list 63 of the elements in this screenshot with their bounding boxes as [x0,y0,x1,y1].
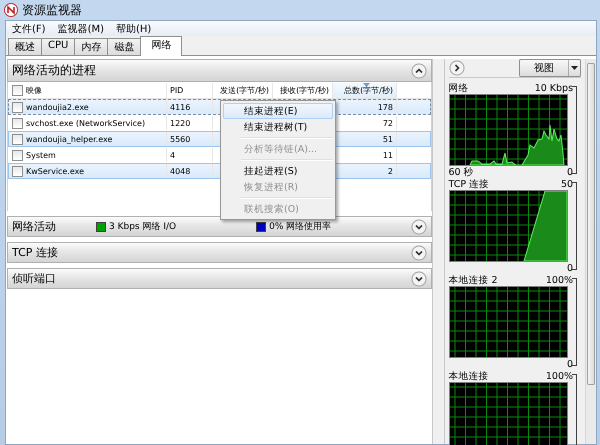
section-header[interactable]: 网络活动 3 Kbps 网络 I/O 0% 网络使用率 [7,216,432,237]
checkbox[interactable] [12,134,23,144]
graph-max: 100% [546,370,574,382]
graph-title: 本地连接 2 [448,274,498,286]
menu-item[interactable]: 挂起进程(S) [223,163,333,179]
checkbox[interactable] [12,166,23,176]
graph-time-span: 60 秒 [448,166,474,178]
scrollbar[interactable] [585,59,596,444]
graph-max: 10 Kbps [534,82,574,94]
menu-item[interactable]: 结束进程(E) [223,103,333,119]
table-cell: 2 [388,166,393,176]
legend-label: 0% 网络使用率 [269,220,332,233]
section-title: TCP 连接 [12,245,58,260]
tab[interactable]: 概述 [8,38,42,55]
tab[interactable]: CPU [41,38,76,55]
app-icon [4,3,18,17]
graph-max: 100% [546,274,574,286]
checkbox[interactable] [12,118,23,128]
section-header[interactable]: 网络活动的进程 [7,59,432,82]
table-cell: 1220 [170,118,190,128]
section-title: 侦听端口 [12,271,56,286]
menu-item[interactable]: 文件(F) [6,22,52,36]
table-cell: 5560 [170,134,190,144]
view-dropdown[interactable]: 视图 [519,59,582,77]
graph-title: TCP 连接 [448,178,490,190]
section-header[interactable]: TCP 连接 [7,242,432,263]
column-header[interactable]: 发送(字节/秒) [213,83,273,98]
table-cell: svchost.exe (NetworkService) [26,118,146,128]
table-cell: System [26,150,56,160]
graph-min: 0 [567,262,574,274]
tab[interactable]: 网络 [140,36,182,56]
table-cell: 51 [382,134,393,144]
tab[interactable]: 磁盘 [107,38,142,55]
table-cell: 72 [382,118,393,128]
graph-title: 网络 [448,82,468,94]
menu-item[interactable]: 帮助(H) [110,22,158,36]
legend-label: 3 Kbps 网络 I/O [109,220,176,233]
table-cell: wandoujia2.exe [26,102,89,112]
tab[interactable]: 内存 [74,38,108,55]
table-cell: wandoujia_helper.exe [26,134,112,144]
section-title: 网络活动的进程 [12,62,96,79]
table-cell: 4 [170,150,176,160]
checkbox[interactable] [12,102,23,112]
dropdown-arrow-icon [568,60,580,76]
column-header[interactable]: 总数(字节/秒) [333,83,397,98]
window-title: 资源监视器 [22,2,82,18]
section-header[interactable]: 侦听端口 [7,268,432,289]
graph-min: 0 [567,166,574,178]
menu-item[interactable]: 监视器(M) [52,22,110,36]
graph-min: 0 [567,358,574,370]
table-cell: 178 [378,102,393,112]
graph-title: 本地连接 [448,370,488,382]
checkbox[interactable] [12,85,23,96]
graph-max: 50 [560,178,574,190]
section-title: 网络活动 [12,219,56,234]
column-header[interactable]: PID [167,83,213,98]
table-cell: KwService.exe [26,166,84,176]
table-cell: 4048 [170,166,190,176]
table-cell: 11 [382,150,393,160]
scroll-thumb[interactable] [587,63,596,385]
checkbox[interactable] [12,150,23,160]
table-cell: 4116 [170,102,190,112]
column-header[interactable]: 映像 [9,83,167,98]
